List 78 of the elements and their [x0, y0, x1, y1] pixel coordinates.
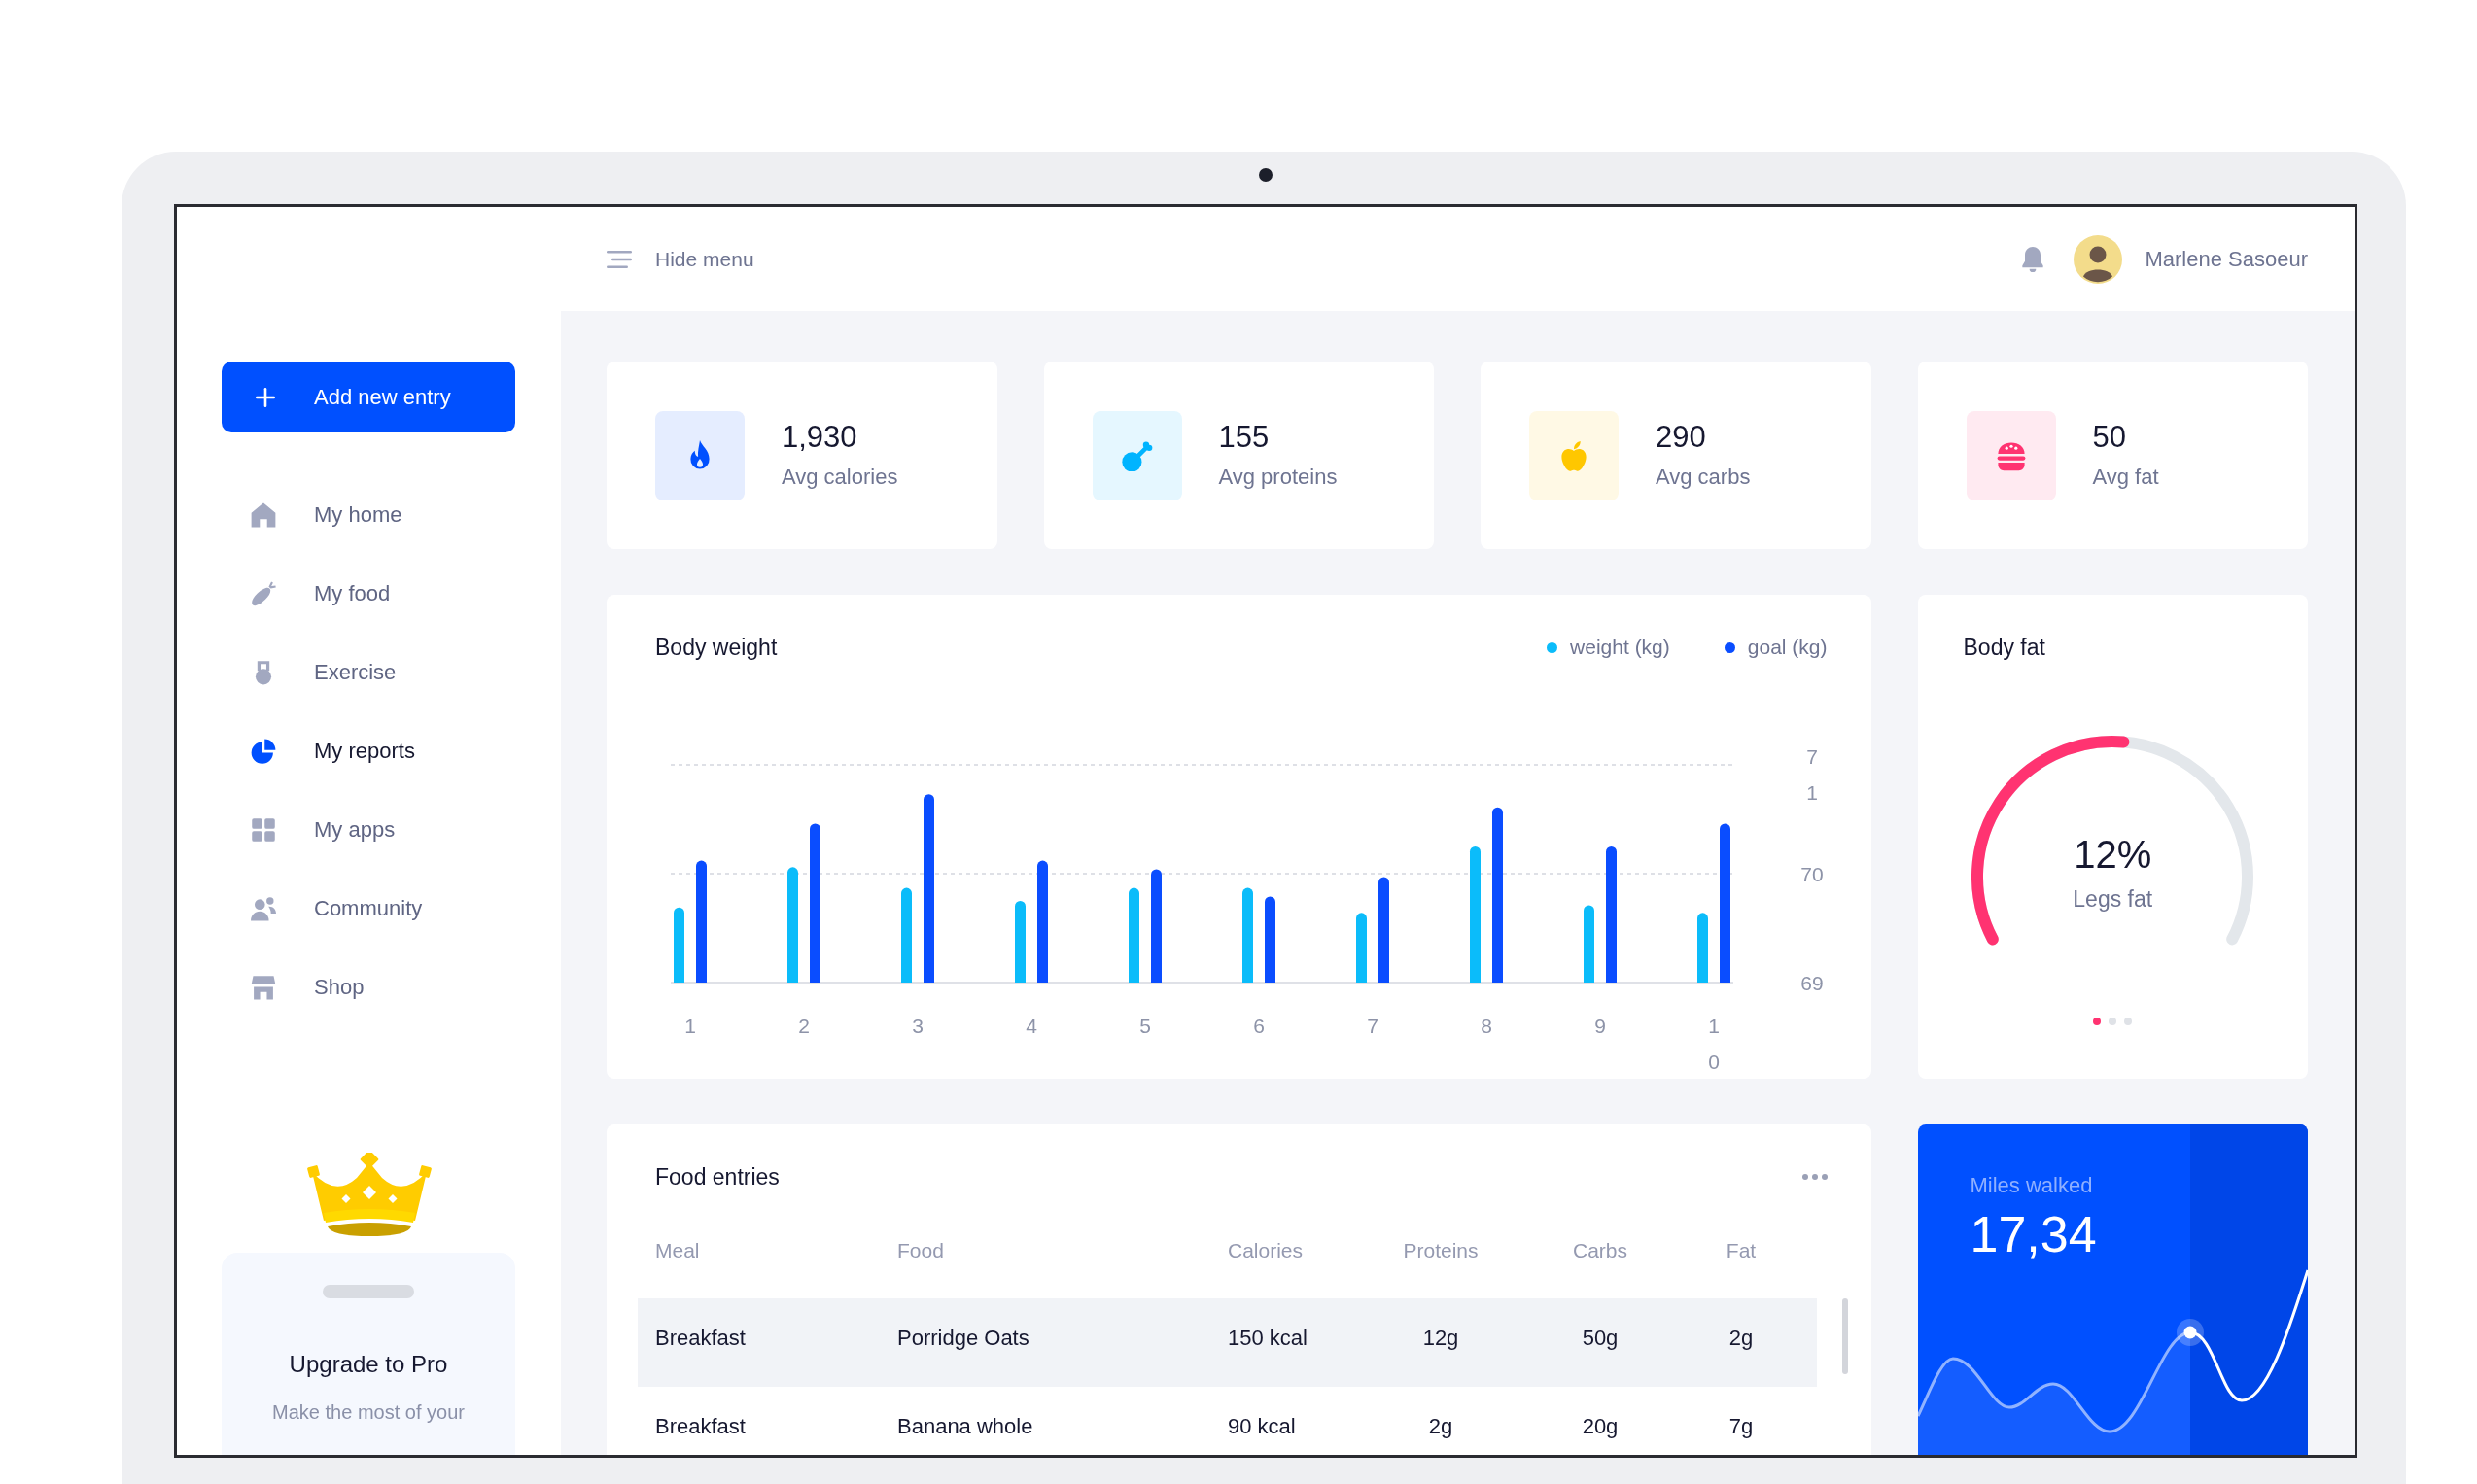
nav-item[interactable]: My reports	[222, 722, 515, 780]
gauge-value: 12%	[2074, 833, 2152, 876]
table-cell-text: Breakfast	[654, 1413, 747, 1440]
table-cell-text: Breakfast	[654, 1325, 747, 1352]
stat-label: Avg calories	[782, 464, 898, 491]
more-button[interactable]	[1801, 1174, 1828, 1180]
upgrade-title: Upgrade to Pro	[289, 1350, 448, 1379]
users-icon	[251, 896, 276, 921]
card-title: Body fat	[1962, 634, 2046, 661]
x-axis-label: 3	[912, 1013, 924, 1039]
upgrade-description: Make the most of your	[272, 1400, 465, 1425]
column-header: Fat	[1725, 1238, 1758, 1263]
plus-icon	[256, 387, 275, 407]
nav-item[interactable]: Shop	[222, 958, 515, 1017]
x-axis-label: 6	[1253, 1013, 1265, 1039]
add-entry-button[interactable]: Add new entry	[222, 362, 515, 432]
table-cell-text: Banana whole	[896, 1413, 1034, 1440]
card-title: Food entries	[655, 1163, 780, 1191]
table-cell-text: 2g	[1427, 1413, 1454, 1440]
x-axis-label: 2	[798, 1013, 810, 1039]
weight-bar	[1356, 913, 1367, 983]
weight-bar	[1697, 913, 1708, 983]
column-header: Carbs	[1572, 1238, 1628, 1263]
point-marker-icon	[2176, 1319, 2204, 1346]
stat-label: Avg fat	[2092, 464, 2159, 491]
pie-chart-icon	[251, 739, 276, 764]
y-axis-label: 70	[1800, 861, 1824, 887]
column-header: Food	[896, 1238, 945, 1263]
column-header: Calories	[1227, 1238, 1305, 1263]
hide-menu-button[interactable]: Hide menu	[607, 246, 754, 272]
stat-value: 50	[2092, 420, 2127, 455]
x-axis-label: 9	[1594, 1013, 1606, 1039]
table-cell-text: 20g	[1581, 1413, 1620, 1440]
stat-value: 155	[1218, 420, 1271, 455]
stat-label: Avg carbs	[1656, 464, 1751, 491]
x-axis-label: 5	[1139, 1013, 1151, 1039]
miles-label: Miles walked	[1970, 1172, 2093, 1199]
table-cell-text: Porridge Oats	[896, 1325, 1030, 1352]
stat-value: 290	[1656, 420, 1707, 455]
x-axis-label: 10	[1707, 1013, 1721, 1075]
y-axis-label: 7 1	[1805, 743, 1819, 806]
nav-item[interactable]: Exercise	[222, 643, 515, 702]
nav-item[interactable]: My apps	[222, 801, 515, 859]
column-header: Proteins	[1402, 1238, 1480, 1263]
scrollbar-thumb[interactable]	[1842, 1298, 1848, 1374]
table-row[interactable]: Breakfast Porridge Oats 150 kcal 12g 50g 2g	[638, 1298, 1817, 1387]
eggplant-icon	[251, 581, 276, 606]
nav-item[interactable]: My home	[222, 486, 515, 544]
table-cell-text: 90 kcal	[1227, 1413, 1297, 1440]
stat-value: 1,930	[782, 420, 858, 455]
legend-label: weight (kg)	[1570, 635, 1670, 660]
grid-icon	[251, 817, 276, 843]
table-cell-text: 7g	[1727, 1413, 1755, 1440]
column-header: Meal	[654, 1238, 701, 1263]
chart-title: Body weight	[655, 634, 778, 661]
nav-item[interactable]: Community	[222, 880, 515, 938]
store-icon	[251, 975, 276, 1000]
bell-icon[interactable]	[2021, 246, 2045, 272]
table-cell-text: 2g	[1727, 1325, 1755, 1352]
user-name: Marlene Sasoeur	[2145, 245, 2308, 273]
more-icon	[1801, 1174, 1828, 1180]
menu-icon	[607, 250, 632, 268]
webcam-icon	[1259, 168, 1273, 182]
x-axis-label: 8	[1481, 1013, 1492, 1039]
x-axis-label: 7	[1367, 1013, 1378, 1039]
x-axis-label: 1	[684, 1013, 696, 1039]
table-cell-text: 50g	[1581, 1325, 1620, 1352]
table-cell-text: 150 kcal	[1227, 1325, 1308, 1352]
avatar-icon[interactable]	[2074, 234, 2123, 284]
miles-value: 17,34	[1970, 1207, 2097, 1261]
table-cell-text: 12g	[1421, 1325, 1460, 1352]
stat-label: Avg proteins	[1218, 464, 1338, 491]
nav-item[interactable]: My food	[222, 565, 515, 623]
x-axis-label: 4	[1026, 1013, 1037, 1039]
home-icon	[251, 502, 276, 528]
gauge-label: Legs fat	[2073, 885, 2153, 913]
legend-label: goal (kg)	[1747, 635, 1828, 660]
y-axis-label: 69	[1800, 970, 1824, 996]
